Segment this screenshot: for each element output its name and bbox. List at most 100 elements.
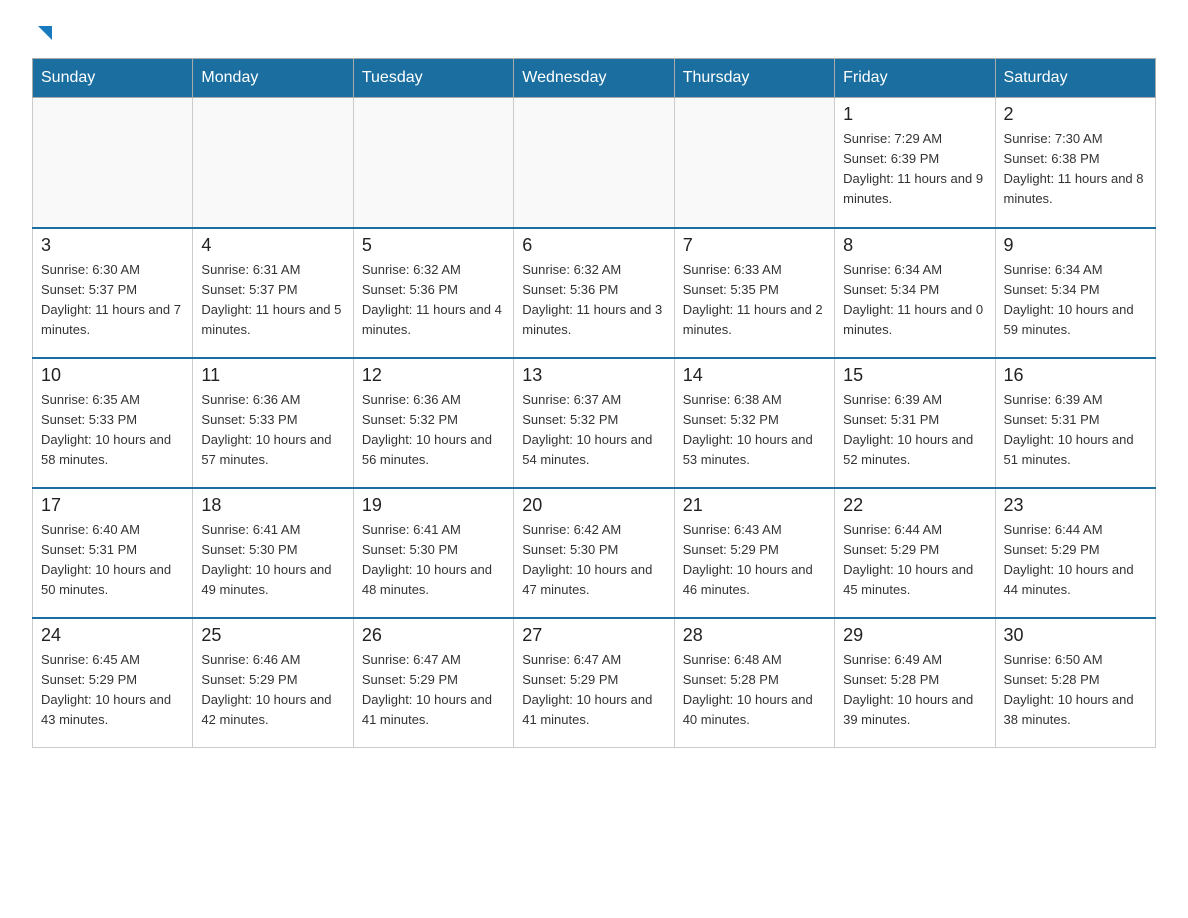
day-info: Sunrise: 6:32 AMSunset: 5:36 PMDaylight:… — [522, 260, 665, 341]
calendar-cell: 3Sunrise: 6:30 AMSunset: 5:37 PMDaylight… — [33, 228, 193, 358]
calendar-week-row: 24 Sunrise: 6:45 AMSunset: 5:29 PMDayligh… — [33, 618, 1156, 748]
calendar-cell: 14Sunrise: 6:38 AMSunset: 5:32 PMDayligh… — [674, 358, 834, 488]
calendar-cell: 7 Sunrise: 6:33 AMSunset: 5:35 PMDaylight… — [674, 228, 834, 358]
day-number: 5 — [362, 235, 505, 256]
day-info: Sunrise: 6:34 AMSunset: 5:34 PMDaylight:… — [843, 260, 986, 341]
day-number: 18 — [201, 495, 344, 516]
calendar-cell: 25 Sunrise: 6:46 AMSunset: 5:29 PMDayligh… — [193, 618, 353, 748]
calendar-cell: 22 Sunrise: 6:44 AMSunset: 5:29 PMDayligh… — [835, 488, 995, 618]
day-number: 26 — [362, 625, 505, 646]
day-number: 19 — [362, 495, 505, 516]
day-number: 9 — [1004, 235, 1147, 256]
calendar-cell: 21 Sunrise: 6:43 AMSunset: 5:29 PMDayligh… — [674, 488, 834, 618]
day-info: Sunrise: 6:48 AMSunset: 5:28 PMDaylight:… — [683, 650, 826, 731]
calendar-cell: 15 Sunrise: 6:39 AMSunset: 5:31 PMDayligh… — [835, 358, 995, 488]
day-number: 2 — [1004, 104, 1147, 125]
calendar-cell: 26Sunrise: 6:47 AMSunset: 5:29 PMDayligh… — [353, 618, 513, 748]
calendar-cell: 27Sunrise: 6:47 AMSunset: 5:29 PMDayligh… — [514, 618, 674, 748]
weekday-header-monday: Monday — [193, 59, 353, 98]
weekday-header-thursday: Thursday — [674, 59, 834, 98]
day-info: Sunrise: 6:46 AMSunset: 5:29 PMDaylight:… — [201, 650, 344, 731]
day-info: Sunrise: 6:49 AMSunset: 5:28 PMDaylight:… — [843, 650, 986, 731]
day-number: 10 — [41, 365, 184, 386]
calendar-cell — [33, 98, 193, 228]
day-number: 20 — [522, 495, 665, 516]
day-number: 22 — [843, 495, 986, 516]
logo-arrow-icon — [34, 24, 56, 46]
day-number: 27 — [522, 625, 665, 646]
weekday-header-saturday: Saturday — [995, 59, 1155, 98]
calendar-week-row: 1 Sunrise: 7:29 AMSunset: 6:39 PMDaylight… — [33, 98, 1156, 228]
day-info: Sunrise: 6:37 AMSunset: 5:32 PMDaylight:… — [522, 390, 665, 471]
day-number: 4 — [201, 235, 344, 256]
day-info: Sunrise: 6:32 AMSunset: 5:36 PMDaylight:… — [362, 260, 505, 341]
day-info: Sunrise: 6:36 AMSunset: 5:32 PMDaylight:… — [362, 390, 505, 471]
day-info: Sunrise: 6:31 AMSunset: 5:37 PMDaylight:… — [201, 260, 344, 341]
day-number: 7 — [683, 235, 826, 256]
day-number: 12 — [362, 365, 505, 386]
weekday-header-sunday: Sunday — [33, 59, 193, 98]
day-number: 29 — [843, 625, 986, 646]
day-info: Sunrise: 6:38 AMSunset: 5:32 PMDaylight:… — [683, 390, 826, 471]
day-info: Sunrise: 6:39 AMSunset: 5:31 PMDaylight:… — [1004, 390, 1147, 471]
day-number: 24 — [41, 625, 184, 646]
page-header — [32, 24, 1156, 48]
calendar-cell: 4 Sunrise: 6:31 AMSunset: 5:37 PMDaylight… — [193, 228, 353, 358]
day-number: 15 — [843, 365, 986, 386]
day-number: 11 — [201, 365, 344, 386]
day-info: Sunrise: 6:44 AMSunset: 5:29 PMDaylight:… — [1004, 520, 1147, 601]
day-number: 25 — [201, 625, 344, 646]
calendar-cell: 28 Sunrise: 6:48 AMSunset: 5:28 PMDayligh… — [674, 618, 834, 748]
calendar-cell — [514, 98, 674, 228]
calendar-week-row: 10 Sunrise: 6:35 AMSunset: 5:33 PMDayligh… — [33, 358, 1156, 488]
calendar-cell: 23Sunrise: 6:44 AMSunset: 5:29 PMDayligh… — [995, 488, 1155, 618]
calendar-cell: 1 Sunrise: 7:29 AMSunset: 6:39 PMDaylight… — [835, 98, 995, 228]
calendar-cell: 13 Sunrise: 6:37 AMSunset: 5:32 PMDayligh… — [514, 358, 674, 488]
calendar-cell: 8 Sunrise: 6:34 AMSunset: 5:34 PMDaylight… — [835, 228, 995, 358]
day-number: 6 — [522, 235, 665, 256]
weekday-header-wednesday: Wednesday — [514, 59, 674, 98]
calendar-cell: 18Sunrise: 6:41 AMSunset: 5:30 PMDayligh… — [193, 488, 353, 618]
day-info: Sunrise: 6:34 AMSunset: 5:34 PMDaylight:… — [1004, 260, 1147, 341]
day-number: 21 — [683, 495, 826, 516]
day-info: Sunrise: 6:33 AMSunset: 5:35 PMDaylight:… — [683, 260, 826, 341]
day-number: 13 — [522, 365, 665, 386]
calendar-cell: 30Sunrise: 6:50 AMSunset: 5:28 PMDayligh… — [995, 618, 1155, 748]
calendar-cell: 16 Sunrise: 6:39 AMSunset: 5:31 PMDayligh… — [995, 358, 1155, 488]
calendar-cell: 20 Sunrise: 6:42 AMSunset: 5:30 PMDayligh… — [514, 488, 674, 618]
logo — [32, 24, 56, 48]
day-number: 3 — [41, 235, 184, 256]
day-number: 16 — [1004, 365, 1147, 386]
calendar-cell: 12 Sunrise: 6:36 AMSunset: 5:32 PMDayligh… — [353, 358, 513, 488]
day-info: Sunrise: 6:50 AMSunset: 5:28 PMDaylight:… — [1004, 650, 1147, 731]
day-info: Sunrise: 7:30 AMSunset: 6:38 PMDaylight:… — [1004, 129, 1147, 210]
day-info: Sunrise: 6:45 AMSunset: 5:29 PMDaylight:… — [41, 650, 184, 731]
day-info: Sunrise: 6:44 AMSunset: 5:29 PMDaylight:… — [843, 520, 986, 601]
weekday-header-tuesday: Tuesday — [353, 59, 513, 98]
calendar-table: SundayMondayTuesdayWednesdayThursdayFrid… — [32, 58, 1156, 748]
calendar-cell: 6 Sunrise: 6:32 AMSunset: 5:36 PMDaylight… — [514, 228, 674, 358]
calendar-week-row: 17 Sunrise: 6:40 AMSunset: 5:31 PMDayligh… — [33, 488, 1156, 618]
day-info: Sunrise: 6:40 AMSunset: 5:31 PMDaylight:… — [41, 520, 184, 601]
weekday-header-friday: Friday — [835, 59, 995, 98]
calendar-cell — [674, 98, 834, 228]
calendar-cell — [353, 98, 513, 228]
day-info: Sunrise: 6:35 AMSunset: 5:33 PMDaylight:… — [41, 390, 184, 471]
calendar-cell: 2 Sunrise: 7:30 AMSunset: 6:38 PMDaylight… — [995, 98, 1155, 228]
day-info: Sunrise: 6:43 AMSunset: 5:29 PMDaylight:… — [683, 520, 826, 601]
weekday-header-row: SundayMondayTuesdayWednesdayThursdayFrid… — [33, 59, 1156, 98]
day-info: Sunrise: 6:39 AMSunset: 5:31 PMDaylight:… — [843, 390, 986, 471]
calendar-cell: 5 Sunrise: 6:32 AMSunset: 5:36 PMDaylight… — [353, 228, 513, 358]
calendar-cell — [193, 98, 353, 228]
day-number: 28 — [683, 625, 826, 646]
day-info: Sunrise: 6:41 AMSunset: 5:30 PMDaylight:… — [362, 520, 505, 601]
day-info: Sunrise: 7:29 AMSunset: 6:39 PMDaylight:… — [843, 129, 986, 210]
calendar-cell: 17 Sunrise: 6:40 AMSunset: 5:31 PMDayligh… — [33, 488, 193, 618]
day-info: Sunrise: 6:36 AMSunset: 5:33 PMDaylight:… — [201, 390, 344, 471]
day-number: 17 — [41, 495, 184, 516]
calendar-cell: 24 Sunrise: 6:45 AMSunset: 5:29 PMDayligh… — [33, 618, 193, 748]
day-number: 1 — [843, 104, 986, 125]
calendar-cell: 9 Sunrise: 6:34 AMSunset: 5:34 PMDaylight… — [995, 228, 1155, 358]
day-number: 8 — [843, 235, 986, 256]
day-info: Sunrise: 6:42 AMSunset: 5:30 PMDaylight:… — [522, 520, 665, 601]
